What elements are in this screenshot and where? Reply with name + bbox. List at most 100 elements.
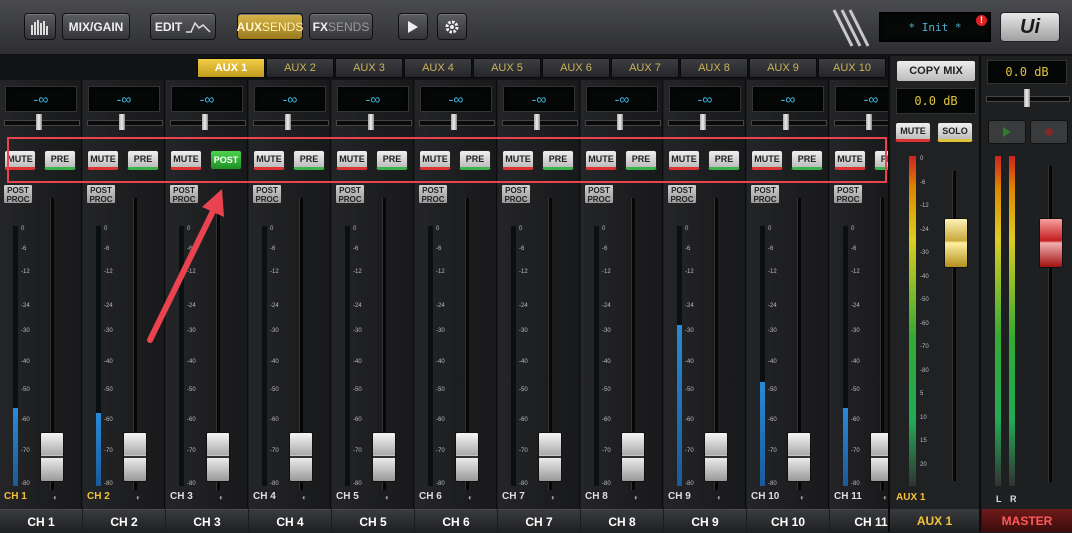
channel-strip: -∞ MUTE PRE POST PROC 0 -6 -12 -24 -30 -40 -50 -60 -… [664,80,746,533]
mute-button[interactable]: MUTE [336,150,368,170]
mix-gain-button[interactable]: MIX/GAIN [62,13,130,40]
channel-name-button[interactable]: CH 1 [0,509,82,533]
channel-name-button[interactable]: CH 4 [249,509,331,533]
post-proc-button[interactable]: POST PROC [335,184,365,204]
main-minifader-thumb[interactable] [1024,89,1030,107]
fx-sends-button[interactable]: FX SENDS [309,13,373,40]
post-proc-button[interactable]: POST PROC [86,184,116,204]
send-minifader-thumb[interactable] [202,114,208,130]
aux-scale-label: 0 [920,156,924,162]
channel-name-button[interactable]: CH 2 [83,509,165,533]
channel-short-text: CH 6 [419,491,442,502]
channel-fader[interactable] [372,432,396,482]
channel-short-label: CH 9 [668,491,691,502]
mute-button[interactable]: MUTE [751,150,783,170]
post-proc-button[interactable]: POST PROC [418,184,448,204]
send-minifader-thumb[interactable] [119,114,125,130]
edit-button[interactable]: EDIT [150,13,216,40]
copy-mix-button[interactable]: COPY MIX [896,60,976,82]
post-proc-button[interactable]: POST PROC [252,184,282,204]
send-minifader-thumb[interactable] [866,114,872,130]
channel-fader[interactable] [870,432,889,482]
channel-name-button[interactable]: CH 6 [415,509,497,533]
channel-name-button[interactable]: CH 3 [166,509,248,533]
main-fader[interactable] [1039,218,1063,268]
mute-button[interactable]: MUTE [4,150,36,170]
tab-aux-5[interactable]: AUX 5 [473,58,541,78]
send-minifader-thumb[interactable] [617,114,623,130]
channel-fader[interactable] [621,432,645,482]
aux-mute-button[interactable]: MUTE [895,122,931,142]
meter-scale-label: -24 [270,302,279,309]
tab-aux-1[interactable]: AUX 1 [197,58,265,78]
mute-button[interactable]: MUTE [668,150,700,170]
aux-sends-button[interactable]: AUX SENDS [237,13,303,40]
send-minifader-thumb[interactable] [451,114,457,130]
mute-button[interactable]: MUTE [170,150,202,170]
channel-name-button[interactable]: CH 10 [747,509,829,533]
post-proc-button[interactable]: POST PROC [3,184,33,204]
channel-fader[interactable] [206,432,230,482]
play-button[interactable] [398,13,428,40]
post-proc-button[interactable]: POST PROC [584,184,614,204]
tab-aux-7[interactable]: AUX 7 [611,58,679,78]
aux-solo-button[interactable]: SOLO [937,122,973,142]
post-proc-button[interactable]: POST PROC [833,184,863,204]
channel-fader[interactable] [704,432,728,482]
pre-button[interactable]: PRE [708,150,740,170]
channel-short-text: CH 8 [585,491,608,502]
aux-fader[interactable] [944,218,968,268]
channel-name-button[interactable]: CH 9 [664,509,746,533]
alert-icon[interactable]: ! [976,15,987,26]
pre-button[interactable]: PRE [791,150,823,170]
tab-aux-10[interactable]: AUX 10 [818,58,886,78]
send-minifader-thumb[interactable] [368,114,374,130]
send-minifader-thumb[interactable] [783,114,789,130]
meter-fill [760,382,765,486]
pre-button[interactable]: PRE [625,150,657,170]
ui-logo-button[interactable]: Ui [1000,12,1060,42]
mute-button[interactable]: MUTE [419,150,451,170]
tab-aux-2[interactable]: AUX 2 [266,58,334,78]
post-button[interactable]: POST [210,150,242,170]
send-minifader-thumb[interactable] [534,114,540,130]
main-record-button[interactable] [1030,120,1068,144]
post-proc-button[interactable]: POST PROC [501,184,531,204]
pre-button[interactable]: PRE [459,150,491,170]
channel-fader[interactable] [787,432,811,482]
main-play-button[interactable] [988,120,1026,144]
meters-button[interactable] [24,13,56,40]
send-minifader-thumb[interactable] [700,114,706,130]
meter-scale-label: -12 [519,269,528,276]
tab-aux-4[interactable]: AUX 4 [404,58,472,78]
channel-fader[interactable] [289,432,313,482]
channel-fader[interactable] [455,432,479,482]
tab-aux-3[interactable]: AUX 3 [335,58,403,78]
send-minifader-thumb[interactable] [36,114,42,130]
channel-fader[interactable] [40,432,64,482]
pre-button[interactable]: PRE [376,150,408,170]
tab-aux-6[interactable]: AUX 6 [542,58,610,78]
channel-name-button[interactable]: CH 5 [332,509,414,533]
channel-fader[interactable] [538,432,562,482]
channel-name-button[interactable]: CH 11 [830,509,889,532]
tab-aux-8[interactable]: AUX 8 [680,58,748,78]
channel-name-button[interactable]: CH 7 [498,509,580,533]
pre-button[interactable]: PRE [542,150,574,170]
send-minifader-thumb[interactable] [285,114,291,130]
pre-button[interactable]: PRE [44,150,76,170]
mute-button[interactable]: MUTE [253,150,285,170]
pre-button[interactable]: PRE [293,150,325,170]
mute-button[interactable]: MUTE [834,150,866,170]
channel-fader[interactable] [123,432,147,482]
channel-short-label: CH 5 [336,491,359,502]
mute-button[interactable]: MUTE [585,150,617,170]
mute-button[interactable]: MUTE [87,150,119,170]
post-proc-button[interactable]: POST PROC [750,184,780,204]
pre-button[interactable]: PRE [127,150,159,170]
post-proc-button[interactable]: POST PROC [667,184,697,204]
mute-button[interactable]: MUTE [502,150,534,170]
tab-aux-9[interactable]: AUX 9 [749,58,817,78]
settings-button[interactable] [437,13,467,40]
channel-name-button[interactable]: CH 8 [581,509,663,533]
